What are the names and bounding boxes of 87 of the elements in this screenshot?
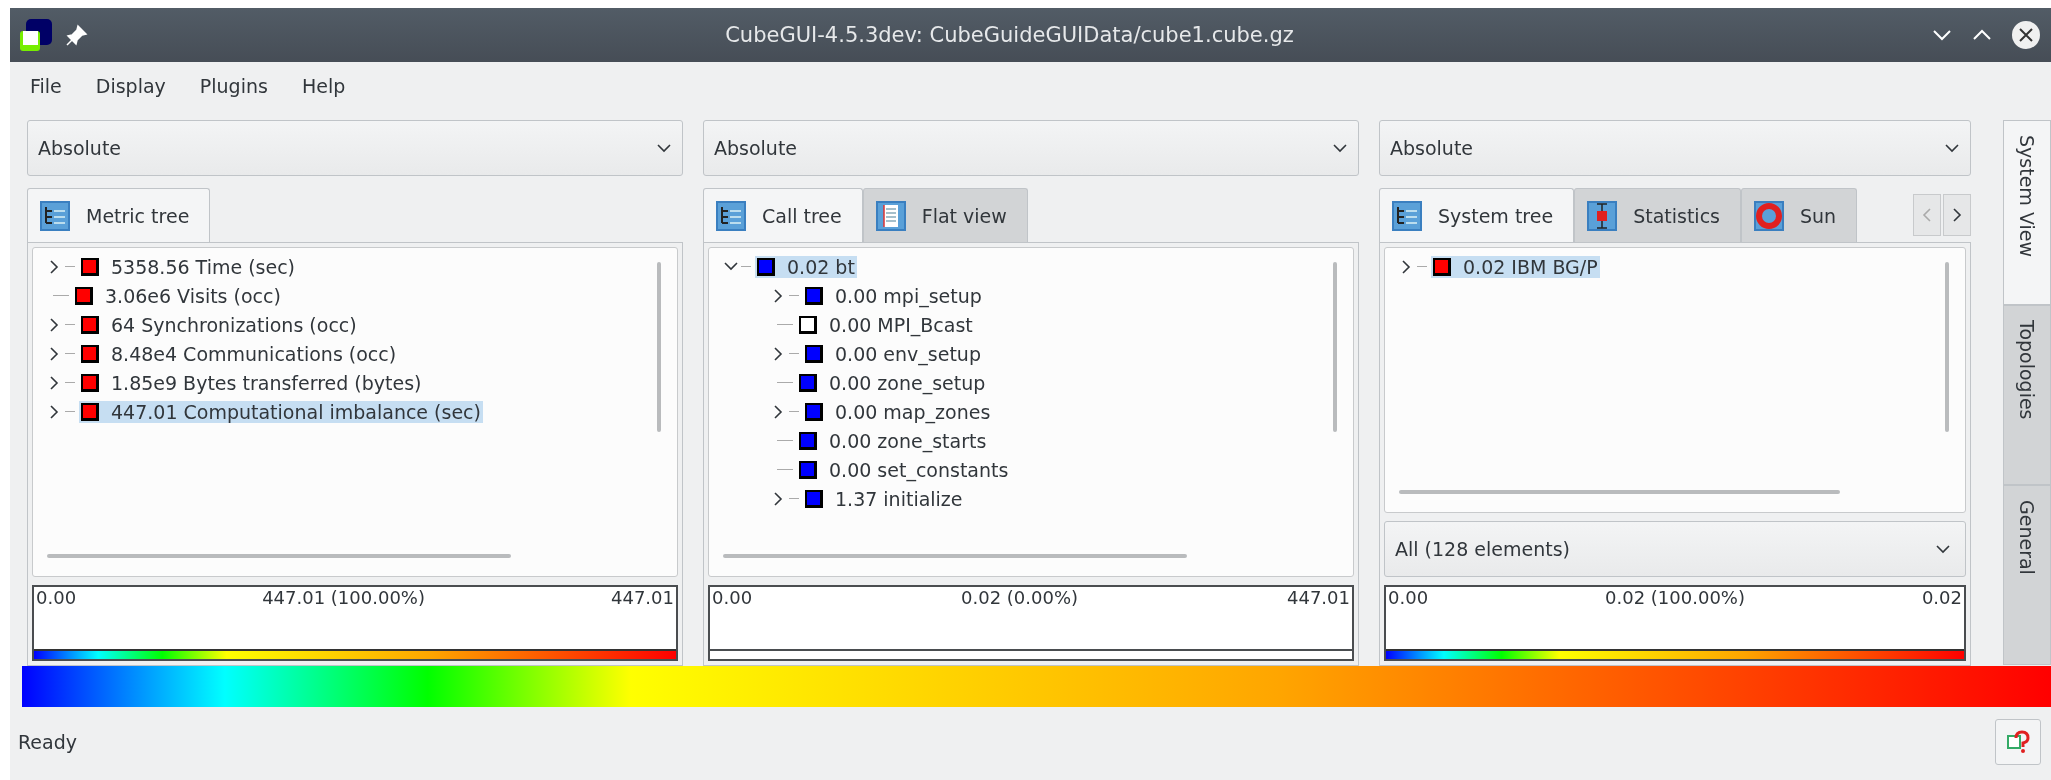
list-icon [875,200,906,231]
expand-icon[interactable] [49,316,61,333]
tree-item-label: 0.00 set_constants [829,458,1009,481]
tab[interactable]: Call tree [703,188,863,242]
scrollbar[interactable] [657,262,661,432]
scrollbar[interactable] [1333,262,1337,432]
scale-max-value: 0.02 [1921,587,1962,610]
tree-item[interactable]: 5358.56 Time (sec) [79,255,297,278]
dropdown[interactable]: Absolute [1379,120,1971,176]
dropdown[interactable]: Absolute [27,120,683,176]
chevron-down-icon [656,143,672,153]
scale-max-value: 447.01 [611,587,674,610]
status-text: Ready [18,731,77,753]
collapse-icon[interactable] [723,260,739,273]
tree-item-label: 0.02 bt [787,255,855,278]
tab[interactable]: Statistics [1574,188,1741,242]
scroll-right-button[interactable] [1943,194,1971,236]
side-tab[interactable]: Topologies [2003,305,2051,485]
expand-icon[interactable] [773,287,785,304]
scale-min-value: 0.00 [712,587,753,610]
expand-icon[interactable] [49,403,61,420]
window-title: CubeGUI-4.5.3dev: CubeGuideGUIData/cube1.cube.gz [724,23,1295,47]
tree-icon [40,200,70,231]
tree-item-label: 0.00 map_zones [835,400,991,423]
expand-icon[interactable] [773,490,785,507]
chevron-down-icon [1944,143,1960,153]
expand-icon[interactable] [773,403,785,420]
pin-icon[interactable] [66,24,88,46]
tree-item[interactable]: 0.02 IBM BG/P [1431,255,1600,278]
menu-item[interactable]: File [30,75,62,97]
tree-icon [716,200,746,231]
tree-item-label: 0.00 zone_setup [829,371,986,394]
tab[interactable]: System tree [1379,188,1575,242]
dropdown[interactable]: All (128 elements) [1384,521,1966,577]
app-logo-icon [20,19,52,51]
tree-item-label: 3.06e6 Visits (occ) [105,284,281,307]
scrollbar[interactable] [1945,262,1949,432]
tree-item[interactable]: 0.02 bt [755,255,857,278]
side-tab[interactable]: General [2003,485,2051,665]
expand-icon[interactable] [1401,258,1413,275]
chevron-right-icon [1952,207,1962,223]
tree-item-label: 1.37 initialize [835,487,963,510]
scrollbar[interactable] [1399,490,1840,494]
expand-icon[interactable] [49,345,61,362]
menu-item[interactable]: Help [301,75,346,97]
menu-item[interactable]: Plugins [199,75,268,97]
tree-icon [1392,200,1422,231]
tree-item[interactable]: 0.00 set_constants [797,458,1011,481]
tree-item[interactable]: 0.00 zone_setup [797,371,988,394]
tree-item[interactable]: 1.37 initialize [803,487,965,510]
help-icon [2006,730,2030,754]
box-plot-icon [1587,200,1618,231]
tab[interactable]: Sun [1741,188,1858,242]
scale-max-value: 447.01 [1287,587,1350,610]
tree-item[interactable]: 0.00 zone_starts [797,429,989,452]
expand-icon[interactable] [773,345,785,362]
tree-item-label: 0.02 IBM BG/P [1463,255,1598,278]
ring-icon [1754,200,1784,231]
tree-item-label: 0.00 env_setup [835,342,981,365]
menu-item[interactable]: Display [95,75,166,97]
chevron-down-icon [1332,143,1348,153]
help-button[interactable] [1995,719,2041,765]
scale-min-value: 0.00 [1388,587,1429,610]
tree-item[interactable]: 0.00 MPI_Bcast [797,313,975,336]
tree-item-label: 0.00 mpi_setup [835,284,982,307]
tree-item-label: 0.00 zone_starts [829,429,987,452]
chevron-down-icon [1935,544,1951,554]
scale-min-value: 0.00 [36,587,77,610]
scale-current-value: 447.01 (100.00%) [262,587,425,610]
close-icon[interactable] [2011,20,2041,50]
scale-current-value: 0.02 (100.00%) [1605,587,1745,610]
tree-item[interactable]: 0.00 map_zones [803,400,993,423]
expand-icon[interactable] [49,258,61,275]
dropdown[interactable]: Absolute [703,120,1359,176]
tree-item-label: 5358.56 Time (sec) [111,255,295,278]
chevron-left-icon [1922,207,1932,223]
tree-item[interactable]: 0.00 env_setup [803,342,983,365]
tree-item-label: 0.00 MPI_Bcast [829,313,973,336]
side-tab[interactable]: System View [2003,120,2051,305]
tab[interactable]: Metric tree [27,188,211,242]
tree-item[interactable]: 0.00 mpi_setup [803,284,984,307]
expand-icon[interactable] [49,374,61,391]
tree-item[interactable]: 3.06e6 Visits (occ) [73,284,283,307]
scrollbar[interactable] [723,554,1187,558]
tab[interactable]: Flat view [862,188,1028,242]
scrollbar[interactable] [47,554,511,558]
scale-current-value: 0.02 (0.00%) [961,587,1079,610]
